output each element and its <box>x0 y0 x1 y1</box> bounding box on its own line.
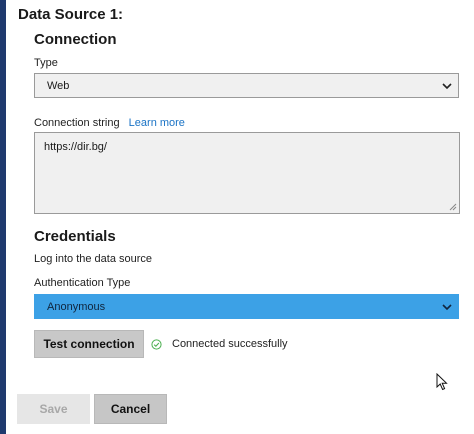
auth-type-label: Authentication Type <box>34 277 131 289</box>
type-label: Type <box>34 57 58 69</box>
auth-type-select-value: Anonymous <box>47 300 106 313</box>
type-select-value: Web <box>47 79 70 92</box>
credentials-heading: Credentials <box>34 228 116 245</box>
check-circle-icon <box>151 339 162 350</box>
data-source-title: Data Source 1: <box>18 6 124 23</box>
auth-type-select[interactable]: Anonymous <box>34 294 459 319</box>
mouse-pointer-icon <box>436 373 448 391</box>
connection-string-value: https://dir.bg/ <box>44 141 107 153</box>
test-connection-button[interactable]: Test connection <box>34 330 144 358</box>
connection-heading: Connection <box>34 31 117 48</box>
connection-status-text: Connected successfully <box>172 338 288 350</box>
type-select[interactable]: Web <box>34 73 459 98</box>
connection-string-input[interactable]: https://dir.bg/ <box>34 132 460 214</box>
save-button[interactable]: Save <box>17 394 90 424</box>
connection-string-label: Connection string <box>34 117 120 129</box>
learn-more-link[interactable]: Learn more <box>129 117 185 129</box>
connection-string-label-row: Connection string Learn more <box>34 117 185 129</box>
resize-grip-icon[interactable] <box>449 203 457 211</box>
credentials-description: Log into the data source <box>34 253 153 265</box>
left-accent-bar <box>0 0 6 434</box>
chevron-down-icon <box>442 83 452 90</box>
cancel-button[interactable]: Cancel <box>94 394 167 424</box>
chevron-down-icon <box>442 304 452 311</box>
